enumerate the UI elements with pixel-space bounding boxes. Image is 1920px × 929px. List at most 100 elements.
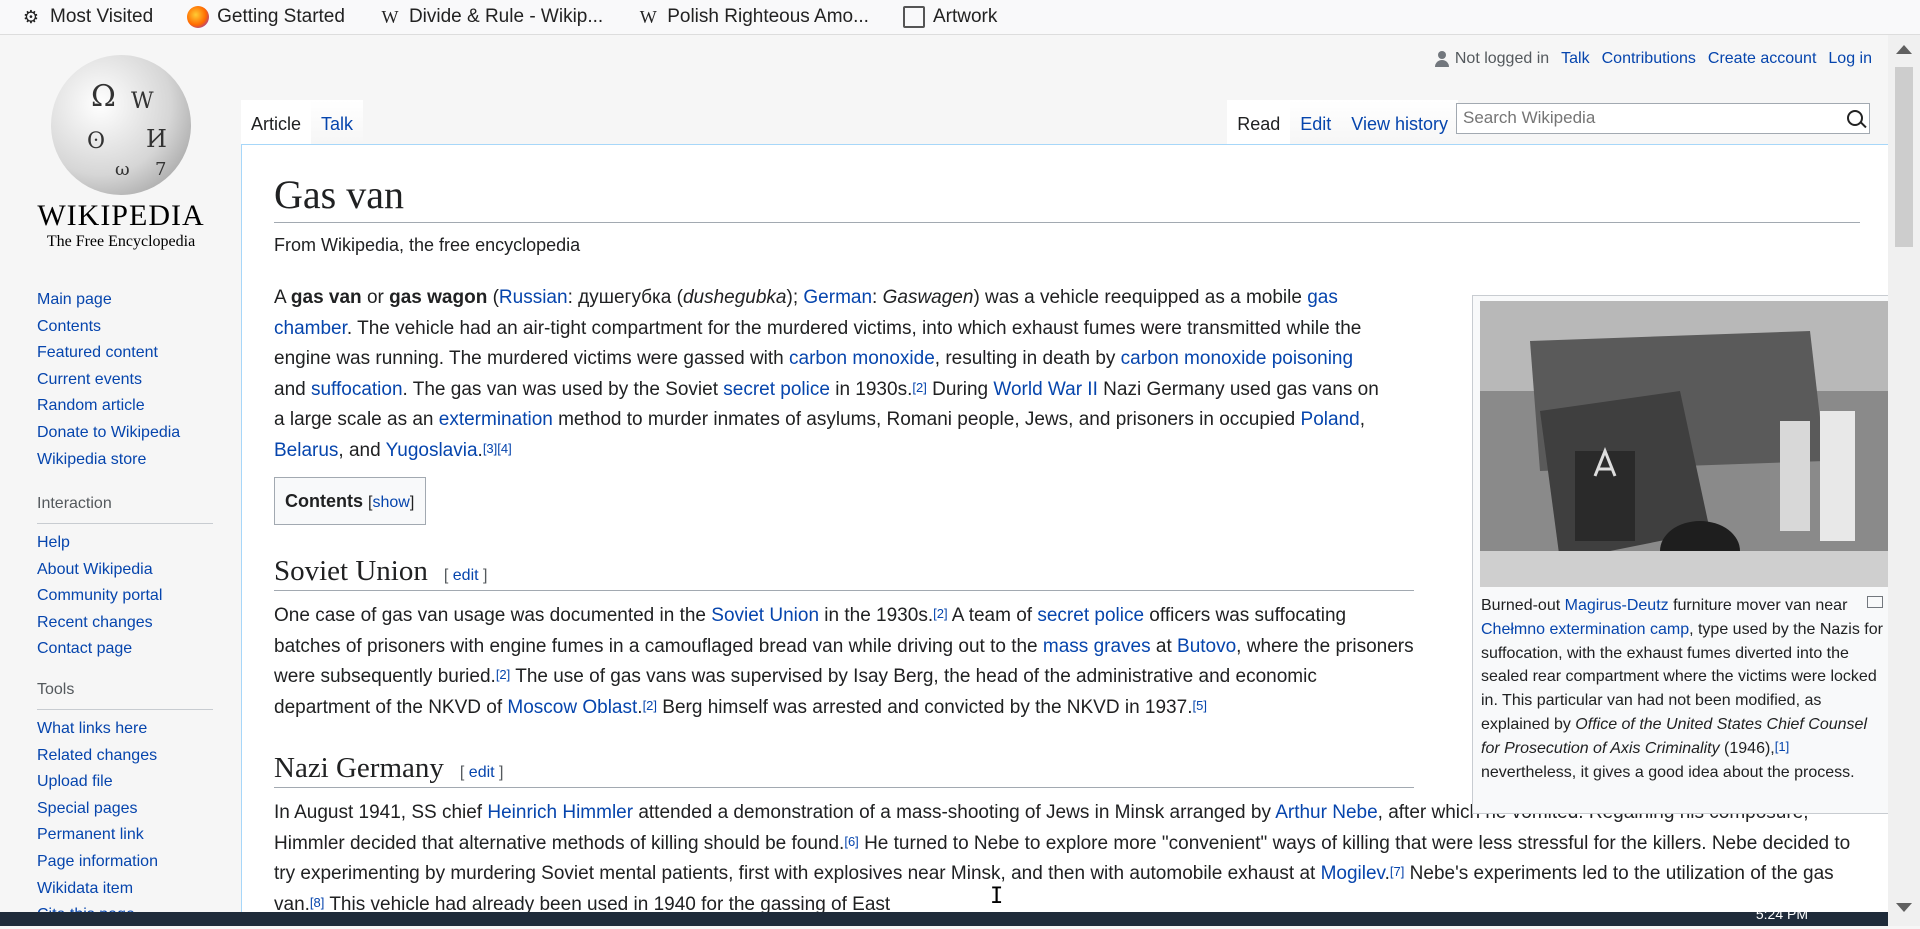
image-thumbnail: Burned-out Magirus-Deutz furniture mover… bbox=[1472, 295, 1888, 814]
nav-tools: Tools What links here Related changes Up… bbox=[37, 681, 213, 929]
link-russian[interactable]: Russian bbox=[499, 287, 568, 308]
section-heading: Soviet Union[ edit ] bbox=[274, 555, 1414, 591]
wikipedia-logo[interactable]: Ω W И ʘ ω 7 WIKIPEDIA The Free Encyclope… bbox=[36, 55, 206, 251]
ref-1[interactable]: [1] bbox=[1775, 739, 1789, 754]
ref-4[interactable]: [4] bbox=[497, 441, 511, 456]
scroll-down-arrow-icon[interactable] bbox=[1896, 903, 1912, 912]
ref-3[interactable]: [3] bbox=[483, 441, 497, 456]
nav-help[interactable]: Help bbox=[37, 534, 70, 551]
link-ww2[interactable]: World War II bbox=[993, 379, 1098, 400]
link-chelmno[interactable]: Chełmno extermination camp bbox=[1481, 621, 1689, 638]
not-logged-in: Not logged in bbox=[1454, 50, 1550, 67]
link-mogilev[interactable]: Mogilev bbox=[1321, 863, 1385, 884]
toc-title: Contents bbox=[285, 491, 363, 511]
taskbar-clock: 5:24 PM bbox=[1755, 906, 1808, 922]
nav-featured-content[interactable]: Featured content bbox=[37, 344, 158, 361]
ref-2d[interactable]: [2] bbox=[643, 698, 657, 713]
text-cursor-icon: I bbox=[990, 884, 1004, 909]
lead-paragraph: A gas van or gas wagon (Russian: душегуб… bbox=[274, 287, 1379, 461]
ref-2c[interactable]: [2] bbox=[496, 667, 510, 682]
nav-community-portal[interactable]: Community portal bbox=[37, 587, 162, 604]
gas-van-photo[interactable] bbox=[1480, 301, 1888, 587]
link-suffocation[interactable]: suffocation bbox=[311, 379, 403, 400]
search-icon[interactable] bbox=[1847, 110, 1863, 126]
firefox-icon bbox=[187, 6, 210, 28]
toc-toggle[interactable]: show bbox=[372, 494, 409, 511]
link-nebe[interactable]: Arthur Nebe bbox=[1275, 802, 1377, 823]
nav-interaction-heading: Interaction bbox=[37, 495, 213, 524]
nav-contact[interactable]: Contact page bbox=[37, 640, 132, 657]
link-himmler[interactable]: Heinrich Himmler bbox=[487, 802, 633, 823]
bookmark-polish-righteous[interactable]: W Polish Righteous Amo... bbox=[637, 6, 869, 28]
nav-main-page[interactable]: Main page bbox=[37, 291, 112, 308]
gear-icon: ⚙ bbox=[22, 7, 40, 27]
nav-store[interactable]: Wikipedia store bbox=[37, 451, 146, 468]
wikipedia-w-icon: W bbox=[381, 7, 399, 27]
nav-tools-heading: Tools bbox=[37, 681, 213, 710]
truck-photo-illustration bbox=[1480, 301, 1888, 587]
link-magirus-deutz[interactable]: Magirus-Deutz bbox=[1565, 597, 1669, 614]
image-caption: Burned-out Magirus-Deutz furniture mover… bbox=[1481, 597, 1883, 781]
ref-6[interactable]: [6] bbox=[844, 834, 858, 849]
tab-view-history[interactable]: View history bbox=[1341, 100, 1458, 144]
search-input[interactable] bbox=[1457, 104, 1839, 132]
nav-contents[interactable]: Contents bbox=[37, 318, 101, 335]
link-secret-police-2[interactable]: secret police bbox=[1037, 605, 1144, 626]
tagline: The Free Encyclopedia bbox=[46, 233, 196, 250]
log-in-link[interactable]: Log in bbox=[1828, 50, 1872, 68]
link-german[interactable]: German bbox=[803, 287, 872, 308]
bookmark-divide-rule[interactable]: W Divide & Rule - Wikip... bbox=[379, 6, 603, 28]
link-yugoslavia[interactable]: Yugoslavia bbox=[386, 440, 478, 461]
edit-section-link[interactable]: edit bbox=[469, 764, 495, 781]
nav-special-pages[interactable]: Special pages bbox=[37, 800, 138, 817]
ref-2b[interactable]: [2] bbox=[933, 606, 947, 621]
section-paragraph: In August 1941, SS chief Heinrich Himmle… bbox=[274, 802, 1851, 915]
link-belarus[interactable]: Belarus bbox=[274, 440, 338, 461]
nav-related-changes[interactable]: Related changes bbox=[37, 747, 157, 764]
bookmarks-toolbar: ⚙ Most Visited Getting Started W Divide … bbox=[0, 0, 1920, 35]
ref-8[interactable]: [8] bbox=[310, 895, 324, 910]
nav-random-article[interactable]: Random article bbox=[37, 397, 145, 414]
wikipedia-w-icon: W bbox=[639, 7, 657, 27]
create-account-link[interactable]: Create account bbox=[1708, 50, 1817, 68]
nav-about[interactable]: About Wikipedia bbox=[37, 561, 153, 578]
link-carbon-monoxide[interactable]: carbon monoxide bbox=[789, 348, 935, 369]
nav-what-links-here[interactable]: What links here bbox=[37, 720, 147, 737]
nav-wikidata-item[interactable]: Wikidata item bbox=[37, 880, 133, 897]
bookmark-most-visited[interactable]: ⚙ Most Visited bbox=[20, 6, 153, 28]
personal-talk-link[interactable]: Talk bbox=[1561, 50, 1589, 68]
link-butovo[interactable]: Butovo bbox=[1177, 636, 1236, 657]
nav-donate[interactable]: Donate to Wikipedia bbox=[37, 424, 180, 441]
nav-permanent-link[interactable]: Permanent link bbox=[37, 826, 144, 843]
link-moscow-oblast[interactable]: Moscow Oblast bbox=[507, 697, 637, 718]
vertical-scrollbar[interactable] bbox=[1888, 35, 1920, 926]
tab-edit[interactable]: Edit bbox=[1290, 100, 1342, 144]
contributions-link[interactable]: Contributions bbox=[1602, 50, 1696, 68]
link-secret-police[interactable]: secret police bbox=[723, 379, 830, 400]
section-heading: Nazi Germany[ edit ] bbox=[274, 752, 1414, 788]
link-extermination[interactable]: extermination bbox=[439, 409, 553, 430]
tab-article[interactable]: Article bbox=[241, 100, 312, 144]
ref-5[interactable]: [5] bbox=[1192, 698, 1206, 713]
edit-section-link[interactable]: edit bbox=[453, 567, 479, 584]
link-soviet-union[interactable]: Soviet Union bbox=[711, 605, 819, 626]
link-mass-graves[interactable]: mass graves bbox=[1043, 636, 1151, 657]
nav-page-information[interactable]: Page information bbox=[37, 853, 158, 870]
sidebar: Ω W И ʘ ω 7 WIKIPEDIA The Free Encyclope… bbox=[0, 35, 240, 926]
ref-2[interactable]: [2] bbox=[912, 380, 926, 395]
ref-7[interactable]: [7] bbox=[1390, 864, 1404, 879]
tab-read[interactable]: Read bbox=[1227, 100, 1291, 144]
nav-recent-changes[interactable]: Recent changes bbox=[37, 614, 153, 631]
bookmark-artwork-folder[interactable]: Artwork bbox=[902, 6, 997, 28]
nav-current-events[interactable]: Current events bbox=[37, 371, 142, 388]
section-paragraph: One case of gas van usage was documented… bbox=[274, 605, 1414, 718]
scroll-up-arrow-icon[interactable] bbox=[1896, 45, 1912, 54]
link-co-poisoning[interactable]: carbon monoxide poisoning bbox=[1121, 348, 1353, 369]
namespace-tabs: Article Talk bbox=[241, 100, 364, 144]
link-poland[interactable]: Poland bbox=[1301, 409, 1360, 430]
personal-tools: Not logged in Talk Contributions Create … bbox=[1434, 50, 1872, 68]
nav-upload-file[interactable]: Upload file bbox=[37, 773, 113, 790]
tab-talk[interactable]: Talk bbox=[311, 100, 364, 144]
scrollbar-thumb[interactable] bbox=[1895, 67, 1913, 247]
bookmark-getting-started[interactable]: Getting Started bbox=[187, 6, 345, 28]
